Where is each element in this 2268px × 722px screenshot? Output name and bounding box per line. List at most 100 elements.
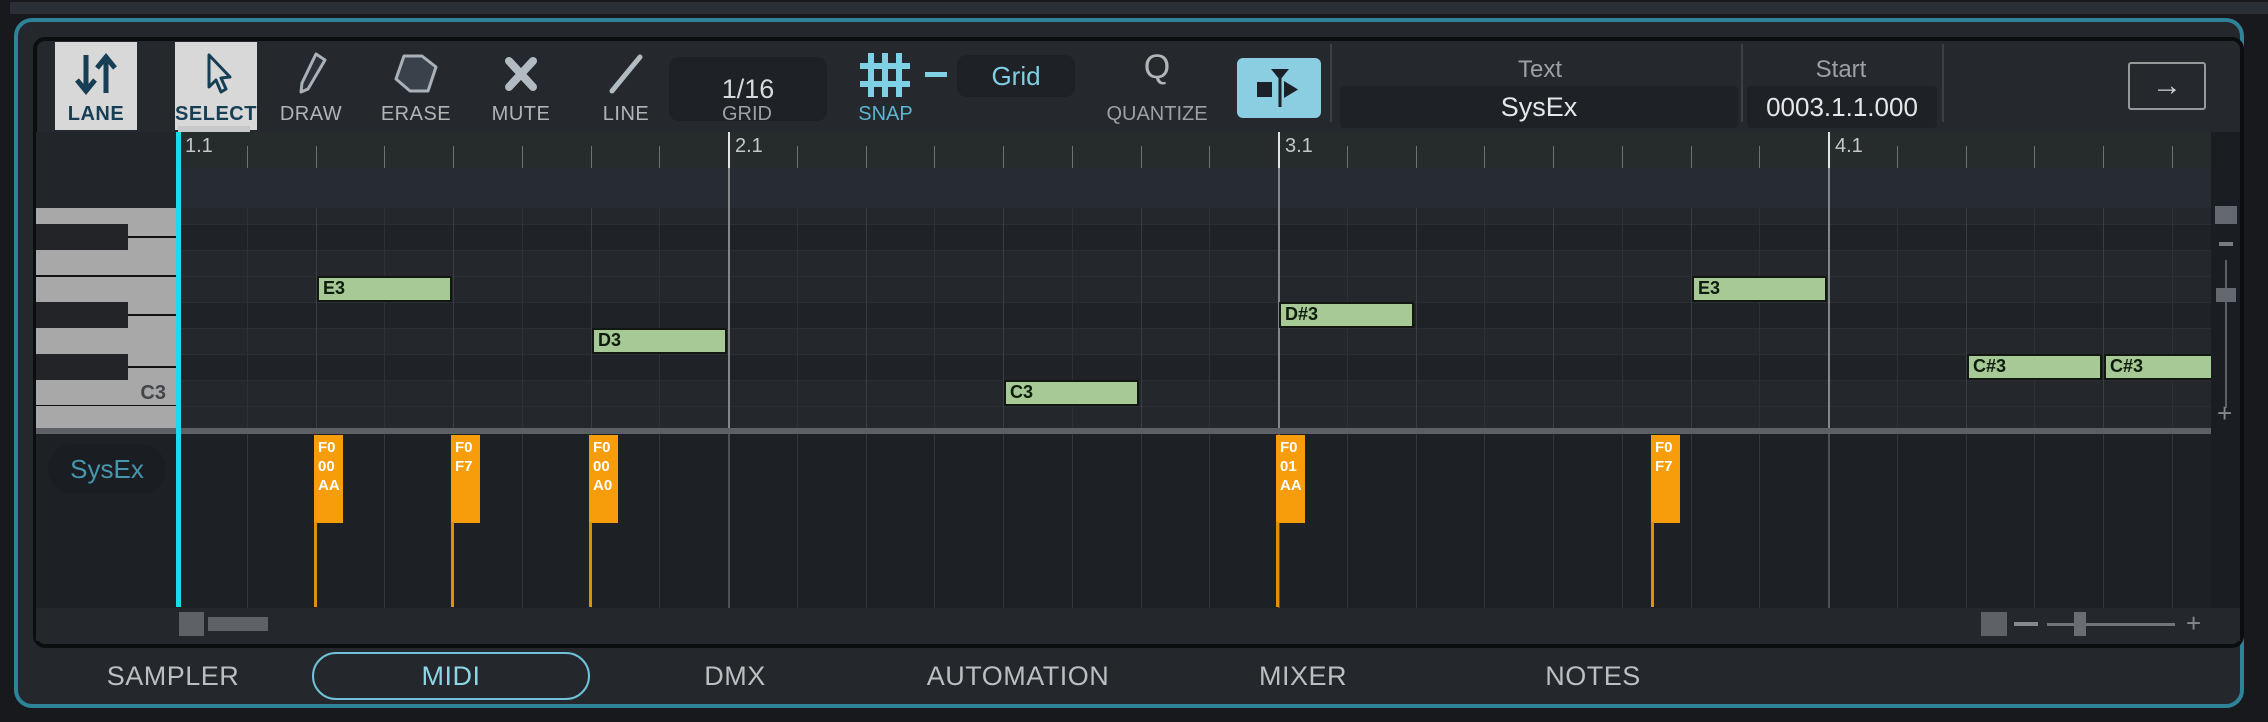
vertical-scrollbar-handle[interactable] (2215, 206, 2237, 224)
lane-grid-line (1553, 434, 1554, 608)
text-field-label: Text (1440, 56, 1640, 84)
mute-tool-button[interactable]: MUTE (480, 42, 562, 130)
piano-key-row-D3[interactable] (36, 328, 178, 354)
tab-mixer-label: MIXER (1259, 661, 1347, 692)
vertical-scroll-gutter: + (2211, 132, 2240, 608)
horizontal-zoom-track[interactable] (2047, 623, 2175, 626)
tab-notes[interactable]: NOTES (1518, 648, 1668, 704)
midi-note[interactable]: E3 (317, 276, 452, 302)
horizontal-scrollbar-corner[interactable] (179, 612, 204, 636)
midi-note[interactable]: D#3 (1279, 302, 1414, 328)
draw-tool-label: DRAW (280, 103, 342, 126)
piano-key-row-B2[interactable] (36, 406, 178, 428)
right-arrow-icon: → (2152, 69, 2182, 103)
text-field-input[interactable]: SysEx (1340, 86, 1738, 128)
lane-grid-line (2172, 434, 2173, 608)
sysex-byte: F0 (1280, 438, 1305, 457)
piano-key-row-F3[interactable] (36, 250, 178, 276)
snap-mode-button[interactable]: Grid (957, 55, 1075, 97)
line-tool-button[interactable]: LINE (585, 42, 667, 130)
select-tool-label: SELECT (175, 103, 257, 126)
lane-grid-line (1347, 434, 1348, 608)
line-icon (604, 48, 648, 100)
start-field-label: Start (1741, 56, 1941, 84)
snap-mode-value: Grid (991, 61, 1040, 92)
piano-black-key[interactable] (36, 302, 128, 328)
lane-grid-line (1759, 434, 1760, 608)
lane-tool-label: LANE (68, 103, 124, 126)
horizontal-zoom-corner[interactable] (1981, 612, 2007, 636)
lane-grid-line (1897, 434, 1898, 608)
midi-note[interactable]: C#3 (1967, 354, 2102, 380)
lane-grid-line (866, 434, 867, 608)
horizontal-zoom-in-icon[interactable]: + (2186, 610, 2201, 636)
piano-key-row-G3[interactable] (36, 208, 178, 224)
start-field-value: 0003.1.1.000 (1766, 92, 1918, 123)
tab-automation[interactable]: AUTOMATION (903, 648, 1133, 704)
vertical-zoom-handle[interactable] (2216, 288, 2236, 302)
draw-tool-button[interactable]: DRAW (270, 42, 352, 130)
horizontal-scrollbar-handle[interactable] (208, 617, 268, 631)
tab-midi-label: MIDI (422, 661, 481, 692)
sysex-byte: 00 (593, 457, 618, 476)
grid-section-label: GRID (687, 103, 807, 126)
snap-dash-icon (925, 72, 947, 77)
erase-tool-button[interactable]: ERASE (375, 42, 457, 130)
lane-grid-line (1966, 434, 1967, 608)
top-strip (10, 2, 2268, 14)
playhead[interactable] (176, 132, 181, 607)
piano-black-key[interactable] (36, 224, 128, 250)
horizontal-zoom-out-icon[interactable] (2014, 622, 2038, 626)
sysex-byte: 00 (318, 457, 343, 476)
lane-grid-line (2103, 434, 2104, 608)
lane-grid-line (384, 434, 385, 608)
pencil-icon (289, 48, 333, 100)
mute-tool-label: MUTE (492, 103, 551, 126)
text-field-value: SysEx (1501, 92, 1578, 123)
tab-mixer[interactable]: MIXER (1228, 648, 1378, 704)
tab-dmx[interactable]: DMX (660, 648, 810, 704)
lane-tool-button[interactable]: LANE (55, 42, 137, 130)
piano-key-row-E3[interactable] (36, 276, 178, 302)
tab-midi[interactable]: MIDI (312, 652, 590, 700)
sysex-lane-label[interactable]: SysEx (48, 444, 166, 494)
vertical-zoom-track[interactable] (2225, 260, 2227, 408)
nudge-to-playhead-button[interactable] (1237, 58, 1321, 118)
key-divider (128, 366, 178, 368)
sysex-event[interactable]: F000A0 (589, 435, 618, 523)
horizontal-zoom-handle[interactable] (2074, 612, 2086, 636)
loop-marker[interactable] (178, 126, 250, 132)
white-key-separator (36, 275, 178, 277)
sysex-byte: AA (318, 476, 343, 495)
start-field-input[interactable]: 0003.1.1.000 (1747, 86, 1937, 128)
toolbar-separator (1942, 44, 1944, 122)
grid-value: 1/16 (722, 74, 775, 105)
vertical-zoom-in-icon[interactable]: + (2217, 400, 2232, 426)
lane-grid-line (1072, 434, 1073, 608)
cursor-icon (194, 48, 238, 100)
midi-note[interactable]: D3 (592, 328, 727, 354)
tab-sampler[interactable]: SAMPLER (78, 648, 268, 704)
sysex-event[interactable]: F000AA (314, 435, 343, 523)
vertical-zoom-out-icon[interactable] (2219, 242, 2233, 246)
midi-note[interactable]: C#3 (2104, 354, 2211, 380)
sysex-event[interactable]: F001AA (1276, 435, 1305, 523)
sysex-byte: F0 (318, 438, 343, 457)
sysex-event[interactable]: F0F7 (451, 435, 480, 523)
midi-note[interactable]: C3 (1004, 380, 1139, 406)
horizontal-scroll-strip: + (36, 608, 2240, 641)
follow-arrow-button[interactable]: → (2128, 62, 2206, 110)
snap-grid-icon[interactable] (860, 53, 910, 102)
midi-note[interactable]: E3 (1692, 276, 1827, 302)
select-tool-button[interactable]: SELECT (175, 42, 257, 130)
quantize-q-icon[interactable]: Q (1127, 48, 1187, 87)
lane-grid-line (522, 434, 523, 608)
piano-black-key[interactable] (36, 354, 128, 380)
lane-grid-line (1141, 434, 1142, 608)
sysex-lane[interactable]: F000AAF0F7F000A0F001AAF0F7 (178, 434, 2211, 608)
sysex-event[interactable]: F0F7 (1651, 435, 1680, 523)
toolbar-separator (1330, 44, 1332, 122)
sysex-byte: F7 (1655, 457, 1680, 476)
mute-x-icon (499, 48, 543, 100)
piano-keyboard[interactable]: C3 (36, 132, 178, 428)
